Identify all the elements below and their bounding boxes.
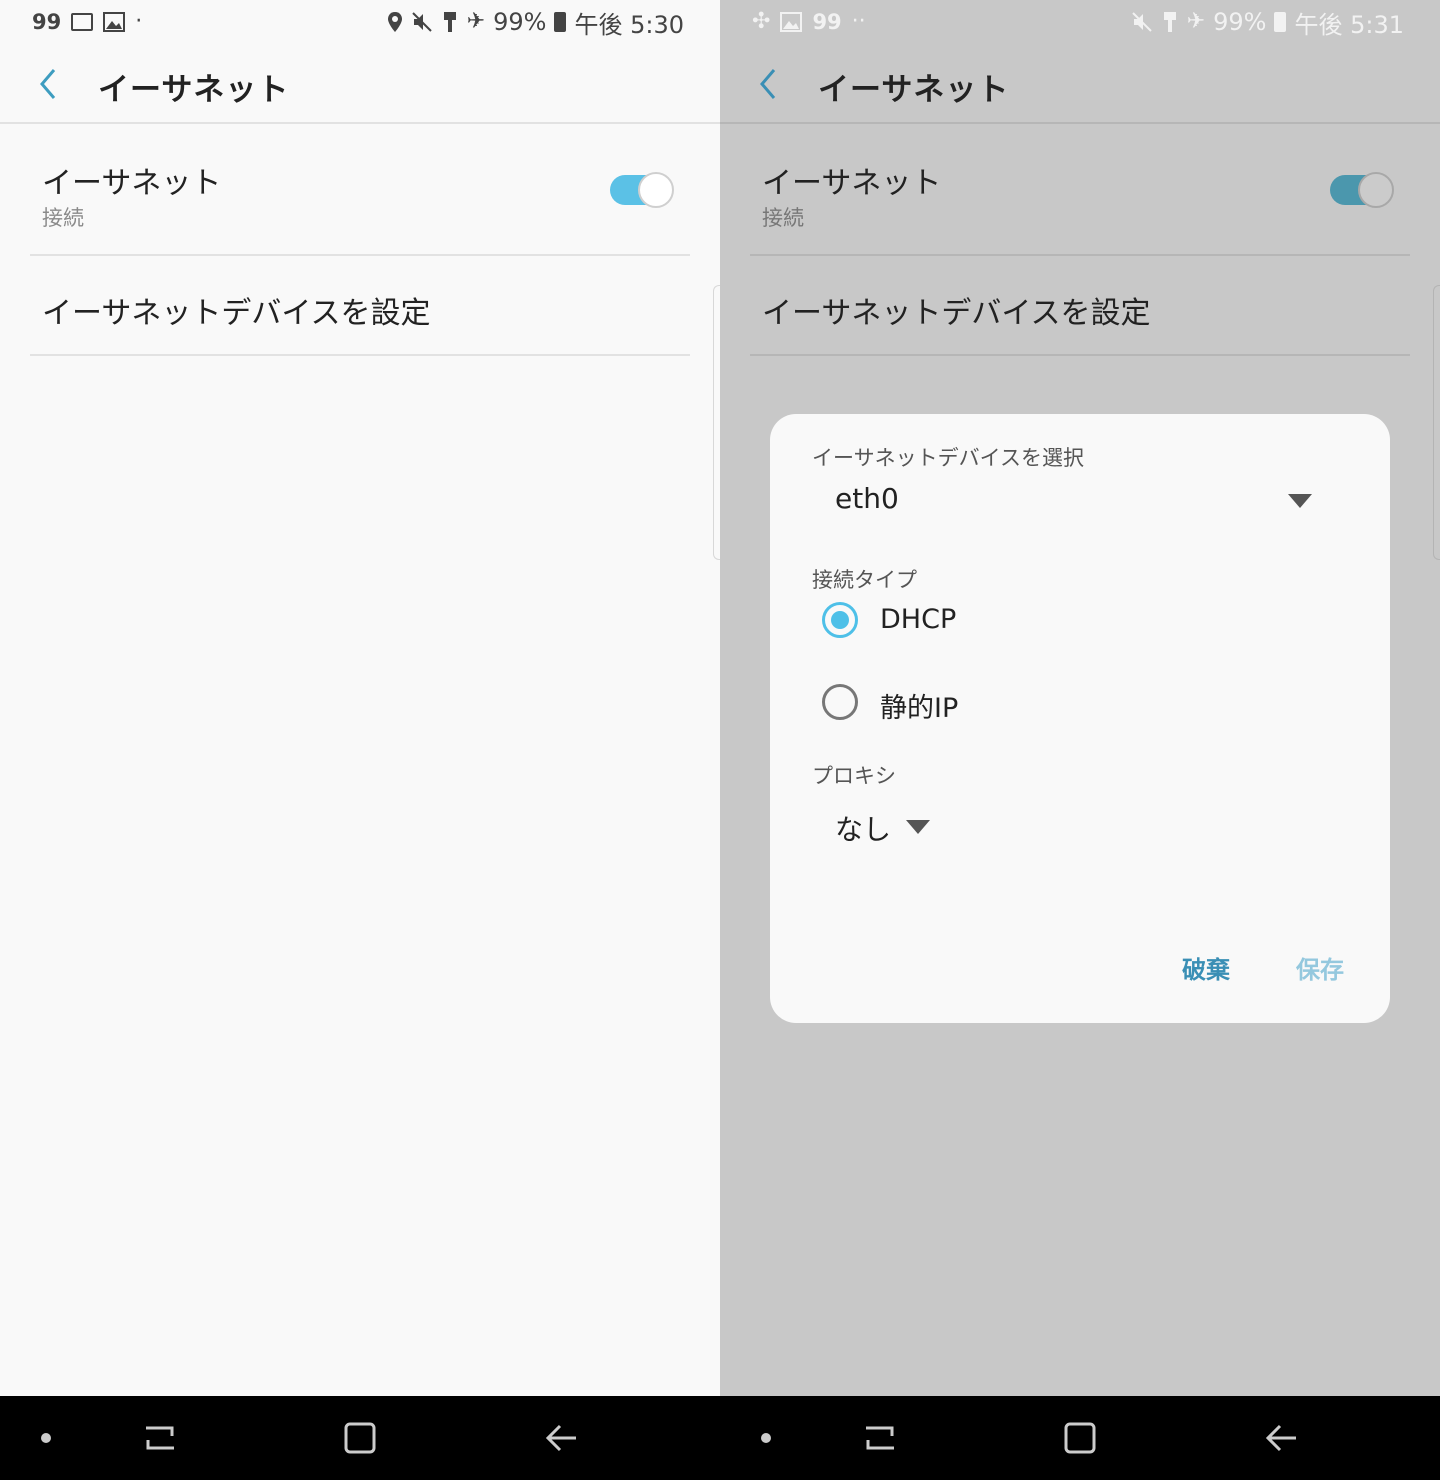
configure-row-title: イーサネットデバイスを設定 (42, 296, 431, 331)
page-title: イーサネット (818, 72, 1010, 108)
connection-type-label: 接続タイプ (812, 568, 917, 592)
navigation-bar (0, 1396, 720, 1480)
edge-panel-handle[interactable] (713, 285, 720, 560)
navigation-bar (720, 1396, 1440, 1480)
ethernet-switch[interactable] (1328, 172, 1394, 208)
app-bar: イーサネット (0, 44, 720, 124)
mute-icon (411, 12, 432, 32)
device-select[interactable]: eth0 (812, 476, 1322, 526)
discard-button[interactable]: 破棄 (1182, 950, 1230, 985)
location-icon (387, 12, 402, 32)
ethernet-row-status: 接続 (762, 206, 804, 230)
radio-static-ip[interactable]: 静的IP (820, 682, 1120, 726)
ethernet-icon (443, 12, 456, 32)
dropdown-arrow-icon (906, 820, 930, 834)
home-icon[interactable] (340, 1418, 380, 1458)
battery-icon (1274, 12, 1287, 32)
configure-ethernet-device-row[interactable]: イーサネットデバイスを設定 (30, 256, 690, 356)
recent-apps-icon[interactable] (140, 1418, 180, 1458)
back-arrow-icon[interactable] (750, 62, 790, 106)
ethernet-switch[interactable] (608, 172, 674, 208)
ethernet-toggle-row[interactable]: イーサネット 接続 (30, 126, 690, 256)
clock: 午後 5:31 (1294, 10, 1404, 39)
status-bar: 99 · ✈ 99% 午後 5:30 (0, 0, 720, 44)
image-icon (103, 12, 126, 32)
switch-knob (1358, 172, 1394, 208)
id-card-icon (71, 13, 94, 31)
proxy-select[interactable]: なし (812, 802, 952, 852)
status-bar: ✣ 99 ·· ✈ 99% 午後 5:31 (720, 0, 1440, 44)
more-dots-icon: ·· (851, 9, 866, 34)
radio-dhcp[interactable]: DHCP (820, 600, 1120, 644)
ethernet-config-dialog: イーサネットデバイスを選択 eth0 接続タイプ DHCP 静的IP プロキシ … (770, 414, 1390, 1023)
ethernet-row-status: 接続 (42, 206, 84, 230)
switch-knob (638, 172, 674, 208)
radio-static-ip-label: 静的IP (880, 693, 959, 724)
save-button[interactable]: 保存 (1296, 950, 1344, 985)
battery-percent: 99% (493, 8, 547, 36)
radio-dhcp-label: DHCP (880, 604, 957, 635)
airplane-icon: ✈ (466, 9, 486, 34)
battery-percent: 99% (1213, 8, 1267, 36)
proxy-select-value: なし (835, 813, 892, 846)
ethernet-row-title: イーサネット (762, 166, 942, 201)
device-select-value: eth0 (835, 482, 899, 515)
image-icon (780, 12, 803, 32)
clock: 午後 5:30 (574, 10, 684, 39)
ethernet-toggle-row[interactable]: イーサネット 接続 (750, 126, 1410, 256)
nav-dot-icon[interactable] (28, 1418, 68, 1458)
left-screen: 99 · ✈ 99% 午後 5:30 イーサネット イーサネット 接続 イーサネ… (0, 0, 720, 1396)
ethernet-row-title: イーサネット (42, 166, 222, 201)
back-nav-icon[interactable] (1262, 1418, 1302, 1458)
configure-row-title: イーサネットデバイスを設定 (762, 296, 1151, 331)
airplane-icon: ✈ (1186, 9, 1206, 34)
app-bar: イーサネット (720, 44, 1440, 124)
battery-icon (554, 12, 567, 32)
edge-panel-handle[interactable] (1433, 285, 1440, 560)
back-nav-icon[interactable] (542, 1418, 582, 1458)
recent-apps-icon[interactable] (860, 1418, 900, 1458)
radio-static-ip-indicator (822, 684, 858, 720)
ethernet-icon (1163, 12, 1176, 32)
right-screen: ✣ 99 ·· ✈ 99% 午後 5:31 イーサネット イーサネット 接続 イ… (720, 0, 1440, 1396)
proxy-label: プロキシ (812, 764, 896, 788)
nav-dot-icon[interactable] (748, 1418, 788, 1458)
dot-icon: · (135, 9, 143, 34)
back-arrow-icon[interactable] (30, 62, 70, 106)
notification-count: 99 (32, 10, 62, 34)
dropdown-arrow-icon (1288, 494, 1312, 508)
page-title: イーサネット (98, 72, 290, 108)
notification-count: 99 (812, 10, 842, 34)
pinwheel-icon: ✣ (752, 9, 771, 34)
radio-dhcp-indicator (822, 602, 858, 638)
mute-icon (1131, 12, 1152, 32)
device-select-label: イーサネットデバイスを選択 (812, 446, 1084, 470)
home-icon[interactable] (1060, 1418, 1100, 1458)
configure-ethernet-device-row[interactable]: イーサネットデバイスを設定 (750, 256, 1410, 356)
